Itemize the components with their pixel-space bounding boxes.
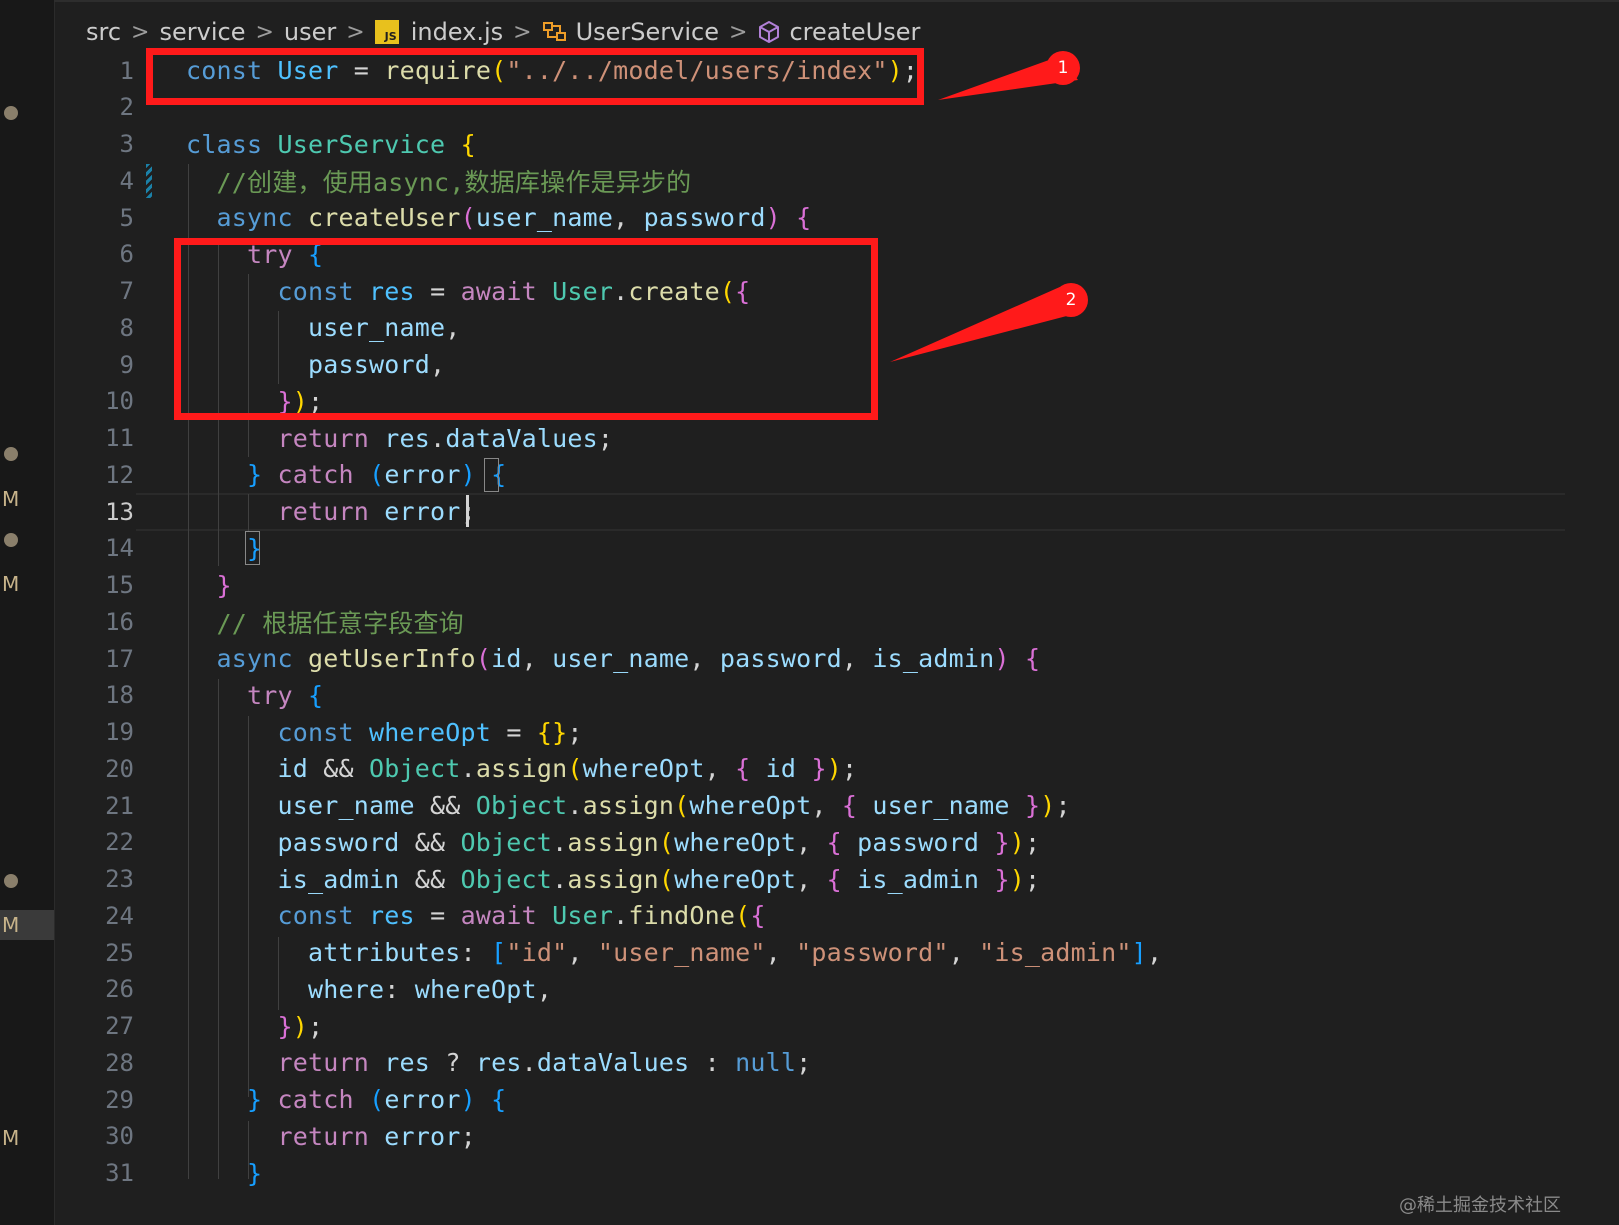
watermark: @稀土掘金技术社区: [1399, 1195, 1561, 1216]
annotation-number-1: 1: [1046, 51, 1080, 85]
annotation-arrows: [890, 56, 1082, 362]
annotation-number-2: 2: [1054, 283, 1088, 317]
